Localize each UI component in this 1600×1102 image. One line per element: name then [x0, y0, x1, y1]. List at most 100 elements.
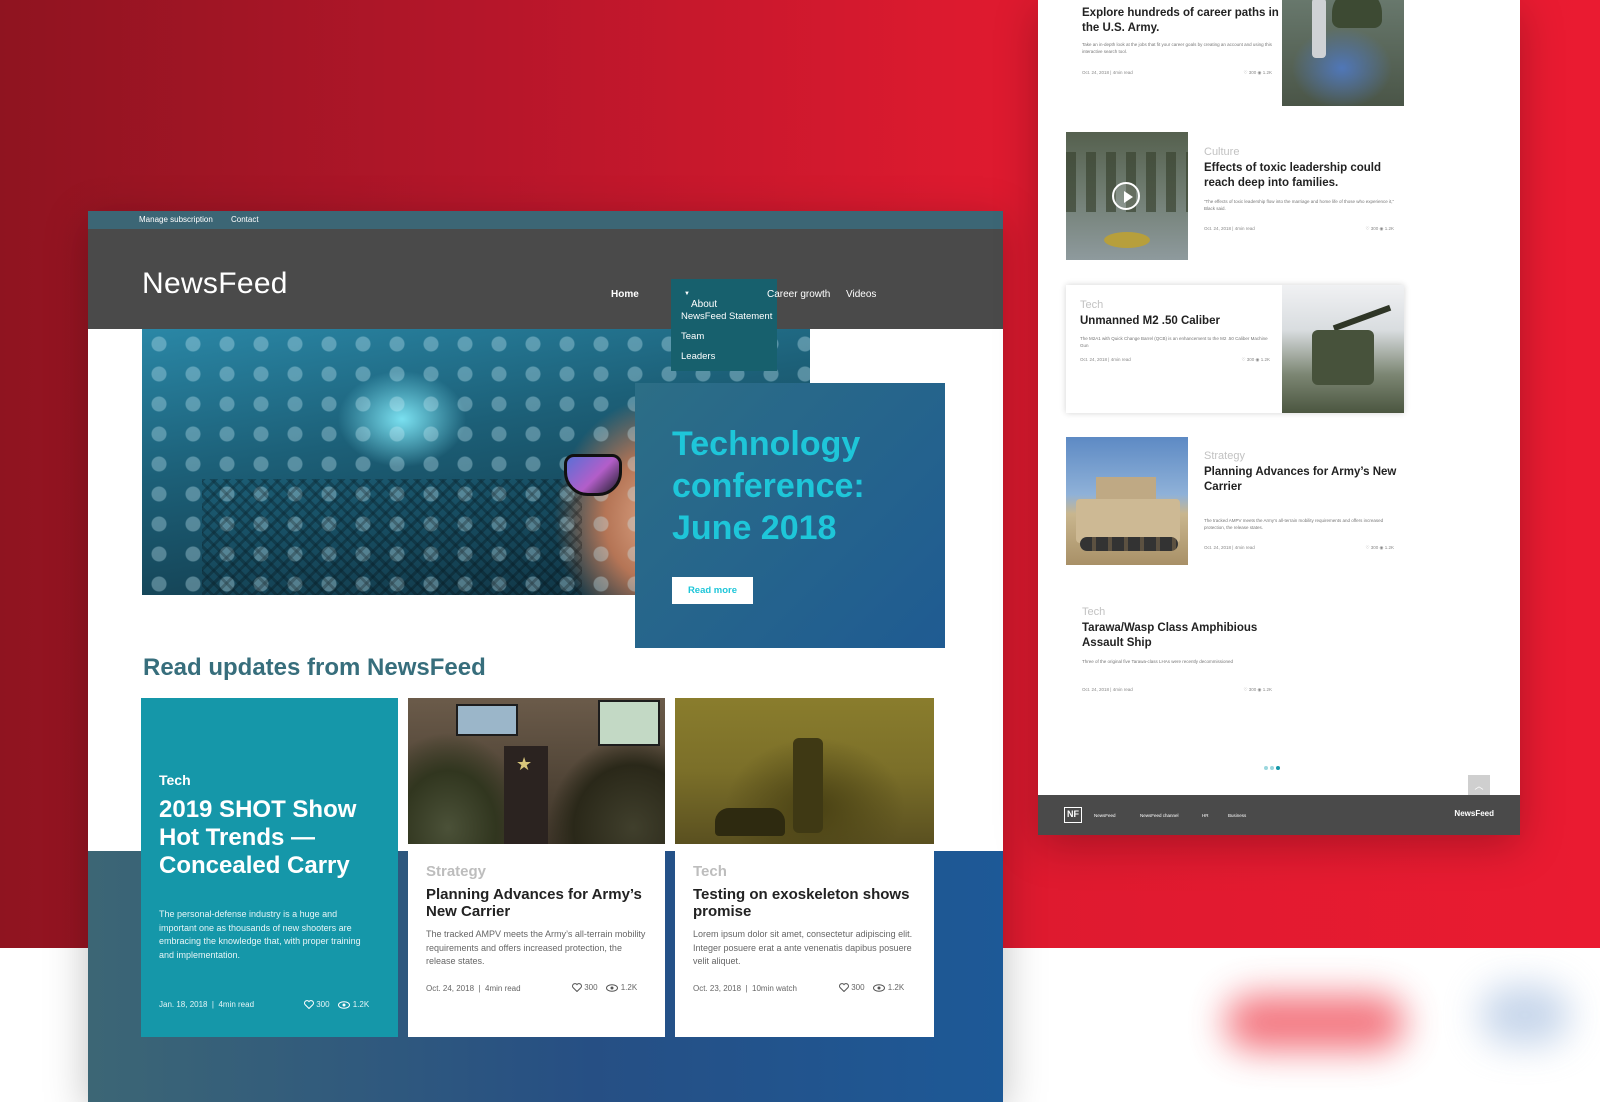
article-list-item[interactable]: Culture Effects of toxic leadership coul…	[1066, 132, 1404, 260]
army-star-icon: ★	[516, 754, 533, 774]
card-title[interactable]: Planning Advances for Army’s New Carrier	[426, 886, 651, 920]
article-list-item[interactable]: Explore hundreds of career paths in the …	[1066, 0, 1404, 106]
card-category: Strategy	[426, 863, 487, 880]
lab-photo	[1282, 0, 1404, 106]
page-dot[interactable]	[1270, 766, 1274, 770]
heart-icon: ♡	[1365, 226, 1370, 231]
site-logo[interactable]: NewsFeed	[142, 267, 288, 301]
article-stats: ♡ 300 ◉ 1.2K	[1243, 70, 1272, 75]
card-description: Lorem ipsum dolor sit amet, consectetur …	[693, 929, 913, 966]
article-meta: Oct. 24, 2018 | 4min read	[1204, 545, 1255, 550]
nav-career-growth[interactable]: Career growth	[767, 289, 830, 300]
heart-icon	[572, 983, 582, 993]
article-card-featured[interactable]: Tech 2019 SHOT Show Hot Trends — Conceal…	[141, 698, 398, 1037]
chevron-up-icon: ︿	[1474, 780, 1484, 791]
dropdown-item-leaders[interactable]: Leaders	[681, 351, 715, 362]
eye-icon: ◉	[1255, 357, 1260, 362]
footer-logo[interactable]: NF	[1064, 807, 1082, 823]
article-description: Take an in-depth look at the jobs that f…	[1082, 42, 1272, 54]
card-meta: Jan. 18, 2018 | 4min read	[159, 1000, 255, 1009]
article-meta: Oct. 24, 2018 | 4min read	[1082, 70, 1133, 75]
article-list-mockup: Explore hundreds of career paths in the …	[1038, 0, 1520, 835]
article-category: Tech	[1080, 299, 1104, 311]
heart-icon: ♡	[1365, 545, 1370, 550]
card-title[interactable]: 2019 SHOT Show Hot Trends — Concealed Ca…	[159, 796, 389, 880]
hero-title: Technology conference: June 2018	[672, 425, 865, 547]
article-stats: ♡ 300 ◉ 1.2K	[1365, 545, 1394, 550]
briefing-photo: ★	[408, 698, 665, 844]
read-more-button[interactable]: Read more	[672, 577, 753, 604]
likes-count: 300	[316, 1000, 330, 1009]
card-description: The personal-defense industry is a huge …	[159, 909, 361, 960]
dropdown-item-statement[interactable]: NewsFeed Statement	[681, 311, 772, 322]
article-stats: ♡ 300 ◉ 1.2K	[1365, 226, 1394, 231]
nav-home[interactable]: Home	[611, 289, 639, 300]
armored-vehicle-photo	[1066, 437, 1188, 565]
card-stats: 300 1.2K	[304, 1000, 370, 1010]
article-description: Three of the original five Tarawa-class …	[1082, 659, 1233, 664]
article-list-item[interactable]: Tech Unmanned M2 .50 Caliber The M2A1 wi…	[1066, 285, 1404, 413]
play-icon[interactable]	[1112, 182, 1140, 210]
article-title[interactable]: Planning Advances for Army’s New Carrier	[1204, 465, 1404, 495]
article-category: Tech	[1082, 606, 1106, 618]
card-description: The tracked AMPV meets the Army’s all-te…	[426, 929, 646, 966]
views-count: 1.2K	[352, 1000, 370, 1009]
article-meta: Oct. 24, 2018 | 4min read	[1082, 687, 1133, 692]
caret-down-icon: ▼	[684, 291, 690, 298]
eye-icon	[606, 984, 619, 992]
article-list-item[interactable]: Tech Tarawa/Wasp Class Amphibious Assaul…	[1066, 592, 1404, 720]
eye-icon	[873, 984, 886, 992]
card-stats: 300 1.2K	[572, 983, 638, 993]
article-title[interactable]: Unmanned M2 .50 Caliber	[1080, 314, 1280, 329]
section-title: Read updates from NewsFeed	[143, 654, 486, 681]
footer-brand: NewsFeed	[1454, 809, 1494, 818]
video-thumbnail[interactable]	[1066, 132, 1188, 260]
article-stats: ♡ 300 ◉ 1.2K	[1241, 357, 1270, 362]
page-dot-active[interactable]	[1276, 766, 1280, 770]
page-dot[interactable]	[1264, 766, 1268, 770]
article-category: Culture	[1204, 146, 1240, 158]
article-description: “The effects of toxic leadership flow in…	[1204, 199, 1395, 211]
article-category: Strategy	[1204, 450, 1245, 462]
scroll-to-top-button[interactable]: ︿	[1468, 775, 1490, 795]
footer-link-business[interactable]: Business	[1228, 813, 1246, 818]
card-title[interactable]: Testing on exoskeleton shows promise	[693, 886, 918, 920]
nav-about-dropdown[interactable]: About NewsFeed▼	[671, 279, 777, 321]
heart-icon: ♡	[1243, 687, 1248, 692]
manage-subscription-link[interactable]: Manage subscription	[139, 215, 213, 224]
stage-grid	[202, 479, 582, 595]
article-title[interactable]: Effects of toxic leadership could reach …	[1204, 161, 1404, 191]
heart-icon: ♡	[1241, 357, 1246, 362]
likes-count: 300	[584, 983, 598, 992]
site-header: NewsFeed Home About NewsFeed▼ Career gro…	[88, 229, 1003, 329]
about-dropdown-menu: NewsFeed Statement Team Leaders	[671, 307, 777, 371]
contact-link[interactable]: Contact	[231, 215, 259, 224]
exoskeleton-photo	[675, 698, 934, 844]
article-card-exoskeleton[interactable]: Tech Testing on exoskeleton shows promis…	[675, 698, 934, 1037]
footer-link-channel[interactable]: NewsFeed channel	[1140, 813, 1179, 818]
article-title[interactable]: Explore hundreds of career paths in the …	[1082, 6, 1282, 36]
eye-icon	[338, 1001, 351, 1009]
footer-link-newsfeed[interactable]: NewsFeed	[1094, 813, 1116, 818]
article-meta: Oct. 24, 2018 | 4min read	[1204, 226, 1255, 231]
article-card-strategy[interactable]: ★ Strategy Planning Advances for Army’s …	[408, 698, 665, 1037]
nav-about-label: About NewsFeed▼	[684, 291, 739, 321]
homepage-mockup: Manage subscription Contact NewsFeed Hom…	[88, 211, 1003, 1102]
card-meta: Oct. 23, 2018 | 10min watch	[693, 984, 797, 993]
eye-icon: ◉	[1379, 226, 1384, 231]
dropdown-item-team[interactable]: Team	[681, 331, 704, 342]
footer-link-hr[interactable]: HR	[1202, 813, 1209, 818]
article-list-item[interactable]: Strategy Planning Advances for Army’s Ne…	[1066, 437, 1404, 565]
hero-card: Technology conference: June 2018 Read mo…	[635, 383, 945, 648]
blurred-shape-red	[1225, 995, 1405, 1050]
blurred-shape-blue	[1480, 985, 1570, 1045]
pagination-dots	[1264, 757, 1282, 775]
machine-gun-photo	[1282, 285, 1404, 413]
site-footer: NF NewsFeed NewsFeed channel HR Business…	[1038, 795, 1520, 835]
article-title[interactable]: Tarawa/Wasp Class Amphibious Assault Shi…	[1082, 621, 1282, 651]
topbar: Manage subscription Contact	[88, 211, 1003, 229]
article-stats: ♡ 300 ◉ 1.2K	[1243, 687, 1272, 692]
heart-icon	[839, 983, 849, 993]
nav-videos[interactable]: Videos	[846, 289, 876, 300]
views-count: 1.2K	[620, 983, 638, 992]
